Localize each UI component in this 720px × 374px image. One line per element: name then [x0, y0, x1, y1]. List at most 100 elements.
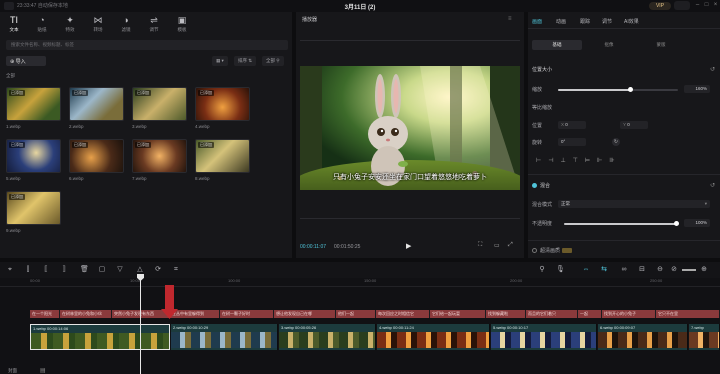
- video-clip[interactable]: 2.webp 00:00:10:29: [171, 324, 278, 350]
- play-icon[interactable]: ▶: [406, 242, 411, 250]
- preview-axis-icon[interactable]: ∞: [620, 266, 628, 274]
- scale-slider[interactable]: [558, 89, 678, 91]
- media-item-5[interactable]: 已添加: [6, 139, 61, 173]
- sort-button[interactable]: 排序 ⇅: [234, 56, 257, 66]
- subtitle-clip[interactable]: 想让他发现自己在哪: [274, 310, 336, 318]
- import-button[interactable]: ⊕ 导入: [6, 56, 46, 66]
- rotate-value-field[interactable]: 0°: [558, 138, 586, 146]
- tab-ai-effects[interactable]: AI效果: [624, 18, 639, 25]
- media-item-1[interactable]: 已添加: [6, 87, 61, 121]
- blend-mode-select[interactable]: 正常 ▾: [558, 200, 710, 208]
- media-item-2[interactable]: 已添加: [69, 87, 124, 121]
- blend-toggle[interactable]: [532, 183, 537, 188]
- video-clip[interactable]: 4.webp 00:00:11:24: [377, 324, 490, 350]
- position-y-field[interactable]: Y 0: [620, 121, 648, 129]
- media-item-8[interactable]: 已添加: [195, 139, 250, 173]
- scale-slider-knob[interactable]: [628, 87, 633, 92]
- link-icon[interactable]: ⇔: [582, 266, 590, 274]
- fit-timeline-icon[interactable]: ⊟: [638, 266, 646, 274]
- zoom-handle-icon[interactable]: ⊘: [670, 266, 678, 274]
- tab-filter[interactable]: ◑ 滤镜: [114, 15, 138, 35]
- mic-icon[interactable]: 🎙: [556, 266, 565, 274]
- tab-template[interactable]: ▣ 模板: [170, 15, 194, 35]
- enhance-toggle[interactable]: [532, 248, 537, 253]
- subtitle-clip[interactable]: 而且的它们着只: [526, 310, 578, 318]
- subtitle-clip[interactable]: 在树一颗子好时: [220, 310, 274, 318]
- crop-icon[interactable]: ⌗: [172, 266, 180, 274]
- subtitle-clip[interactable]: 在一个阳光: [30, 310, 60, 318]
- minimize-icon[interactable]: –: [694, 2, 701, 9]
- video-clip[interactable]: 3.webp 00:00:05:26: [279, 324, 376, 350]
- share-button[interactable]: [674, 1, 690, 10]
- subtitle-clip[interactable]: 每次回应之时相信它: [376, 310, 430, 318]
- subtitle-clip[interactable]: 在树林里的小兔和小伙: [60, 310, 112, 318]
- close-icon[interactable]: ×: [712, 2, 719, 9]
- magnet-icon[interactable]: ⚲: [538, 266, 546, 274]
- subtab-basic[interactable]: 基础: [532, 40, 582, 50]
- opacity-slider[interactable]: [564, 223, 676, 225]
- freeze-icon[interactable]: ▢: [98, 266, 106, 274]
- media-item-7[interactable]: 已添加: [132, 139, 187, 173]
- subtitle-clip[interactable]: 它们给一起玩耍: [430, 310, 486, 318]
- media-item-3[interactable]: 已添加: [132, 87, 187, 121]
- media-item-6[interactable]: 已添加: [69, 139, 124, 173]
- player-menu-icon[interactable]: ≡: [508, 16, 512, 22]
- media-search-input[interactable]: 搜索文件名称、视频标题、标签: [6, 40, 288, 50]
- video-clip-selected[interactable]: 1.webp 00:00:14:06: [30, 324, 170, 350]
- subtitle-clip[interactable]: 找到开心的小兔子: [602, 310, 656, 318]
- project-title[interactable]: 3月11日 (2): [300, 2, 420, 11]
- marker-icon[interactable]: ▽: [116, 266, 124, 274]
- opacity-slider-knob[interactable]: [674, 221, 679, 226]
- maximize-icon[interactable]: □: [703, 2, 710, 9]
- mirror-icon[interactable]: △: [136, 266, 144, 274]
- position-x-field[interactable]: X 0: [558, 121, 586, 129]
- tab-adjust[interactable]: ⇌ 调节: [142, 15, 166, 35]
- select-tool-icon[interactable]: ⌖: [6, 266, 14, 274]
- subtitle-clip[interactable]: 他们一起: [336, 310, 376, 318]
- subtitle-clip[interactable]: 找到躲藏啦: [486, 310, 526, 318]
- playhead[interactable]: [140, 274, 141, 374]
- vip-badge[interactable]: VIP: [649, 2, 671, 10]
- tab-animation[interactable]: 动画: [556, 18, 566, 25]
- fit-screen-icon[interactable]: ⛶: [478, 242, 482, 249]
- tab-adjust-inspector[interactable]: 调节: [602, 18, 612, 25]
- tab-text[interactable]: TI 文本: [2, 15, 26, 35]
- ratio-icon[interactable]: ▭: [494, 242, 500, 249]
- tab-tracking[interactable]: 跟踪: [580, 18, 590, 25]
- subtab-mask[interactable]: 蒙版: [636, 40, 686, 50]
- media-item-4[interactable]: 已添加: [195, 87, 250, 121]
- split-left-icon[interactable]: ⟦: [42, 266, 50, 274]
- snap-icon[interactable]: ⇆: [600, 266, 608, 274]
- tab-picture[interactable]: 画面: [532, 18, 542, 25]
- timeline[interactable]: 00:00 10:00 100:00 150:00 200:00 250:00 …: [0, 278, 720, 374]
- fullscreen-icon[interactable]: ⤢: [508, 242, 513, 249]
- rotate-clip-icon[interactable]: ⟳: [154, 266, 162, 274]
- reset-icon[interactable]: ↺: [710, 66, 715, 73]
- rotate-reset-icon[interactable]: ↻: [612, 138, 620, 146]
- video-clip[interactable]: 6.webp 00:00:09:07: [598, 324, 688, 350]
- delete-icon[interactable]: 🗑: [80, 266, 89, 274]
- view-toggle-button[interactable]: ▦ ▾: [212, 56, 228, 66]
- split-right-icon[interactable]: ⟧: [60, 266, 68, 274]
- video-clip[interactable]: 7.webp: [689, 324, 720, 350]
- zoom-out-icon[interactable]: ⊖: [656, 266, 664, 274]
- opacity-value-field[interactable]: 100%: [684, 219, 710, 227]
- tab-transition[interactable]: ⋈ 转场: [86, 15, 110, 35]
- scale-value-field[interactable]: 160%: [684, 85, 710, 93]
- tab-effects[interactable]: ✦ 特效: [58, 15, 82, 35]
- align-icons[interactable]: ⊢⊣⊥⊤⊨⊩⊪: [536, 157, 622, 164]
- cover-label[interactable]: 封面: [8, 368, 17, 374]
- subtitle-clip[interactable]: 它只不在里: [656, 310, 720, 318]
- cover-edit-icon[interactable]: ▤: [40, 367, 46, 374]
- tab-sticker[interactable]: ◔ 贴纸: [30, 15, 54, 35]
- subtab-keying[interactable]: 抠像: [584, 40, 634, 50]
- zoom-slider[interactable]: [682, 269, 696, 271]
- zoom-in-icon[interactable]: ⊕: [700, 266, 708, 274]
- blend-reset-icon[interactable]: ↺: [710, 182, 715, 189]
- subtitle-clip[interactable]: 一起: [578, 310, 602, 318]
- video-clip[interactable]: 5.webp 00:00:10:17: [491, 324, 597, 350]
- filter-button[interactable]: 全部 ⚲: [262, 56, 284, 66]
- split-icon[interactable]: ⫿: [24, 266, 32, 274]
- media-item-9[interactable]: 已添加: [6, 191, 61, 225]
- subtitle-clip[interactable]: 在丛中有里躲得到: [170, 310, 220, 318]
